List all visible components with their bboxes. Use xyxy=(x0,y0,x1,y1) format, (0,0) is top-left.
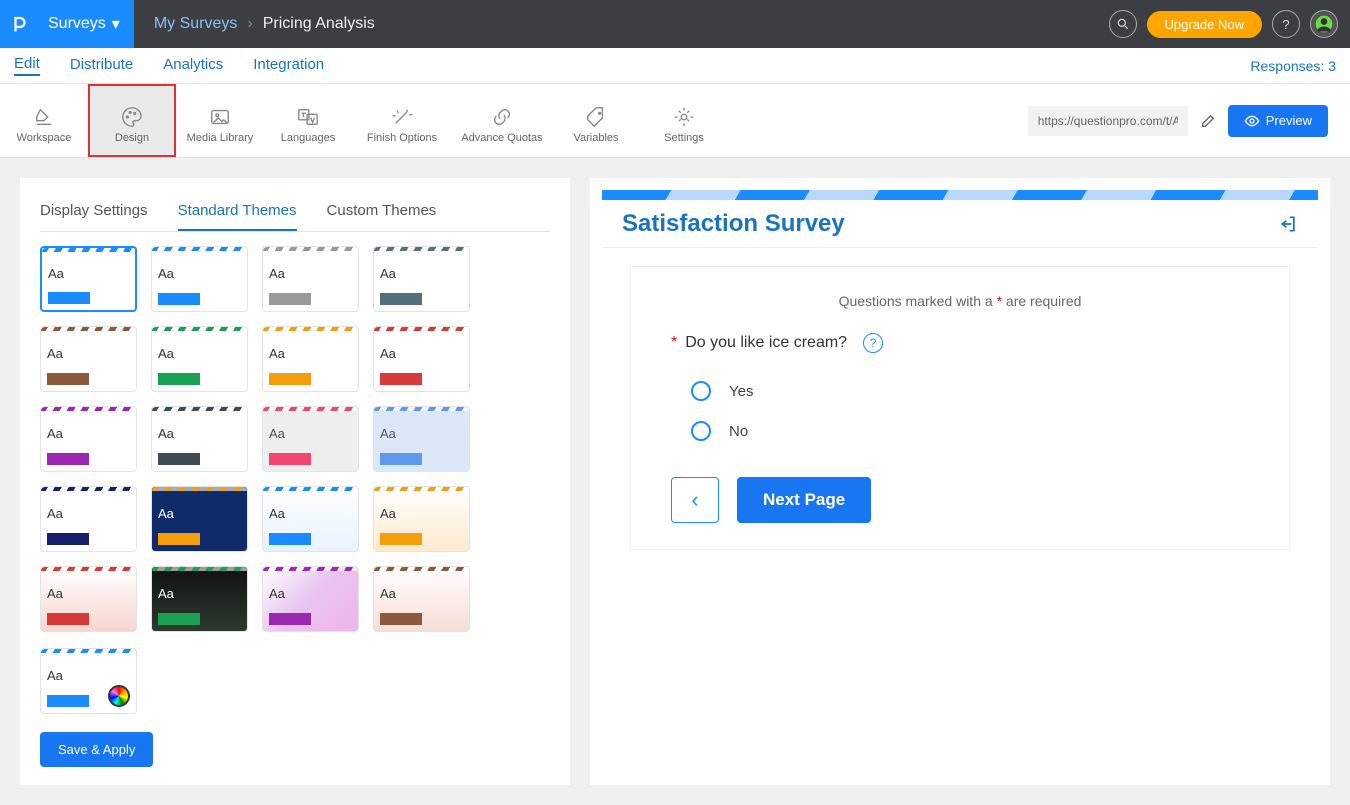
theme-tabs: Display Settings Standard Themes Custom … xyxy=(40,192,550,232)
link-icon xyxy=(491,106,513,128)
upgrade-button[interactable]: Upgrade Now xyxy=(1147,11,1263,38)
theme-card[interactable]: Aa xyxy=(262,246,359,312)
tool-media-library[interactable]: Media Library xyxy=(176,84,264,157)
breadcrumb-current: Pricing Analysis xyxy=(263,15,375,33)
search-icon[interactable] xyxy=(1109,10,1137,38)
theme-card[interactable]: Aa xyxy=(262,486,359,552)
edit-url-icon[interactable] xyxy=(1200,113,1216,129)
toolbar: Workspace Design Media Library Languages… xyxy=(0,84,1350,158)
theme-card[interactable]: Aa xyxy=(373,326,470,392)
themes-panel: Display Settings Standard Themes Custom … xyxy=(20,178,570,785)
tab-custom-themes[interactable]: Custom Themes xyxy=(327,192,437,231)
tool-finish-options[interactable]: Finish Options xyxy=(352,84,452,157)
translate-icon xyxy=(297,106,319,128)
nav-distribute[interactable]: Distribute xyxy=(70,56,133,75)
topbar: Surveys ▾ My Surveys › Pricing Analysis … xyxy=(0,0,1350,48)
tool-design[interactable]: Design xyxy=(88,84,176,157)
next-page-button[interactable]: Next Page xyxy=(737,477,871,523)
theme-card[interactable]: Aa xyxy=(373,486,470,552)
help-icon[interactable]: ? xyxy=(1272,10,1300,38)
theme-card[interactable]: Aa xyxy=(40,566,137,632)
preview-button[interactable]: Preview xyxy=(1228,105,1328,137)
pen-line-icon xyxy=(33,106,55,128)
question-help-icon[interactable]: ? xyxy=(863,333,883,353)
chevron-left-icon: ‹ xyxy=(691,487,698,513)
theme-card[interactable]: Aa xyxy=(40,246,137,312)
theme-card[interactable]: Aa xyxy=(151,246,248,312)
themes-scroll[interactable]: AaAaAaAaAaAaAaAaAaAaAaAaAaAaAaAaAaAaAaAa… xyxy=(40,246,550,714)
exit-icon[interactable] xyxy=(1278,214,1298,234)
image-icon xyxy=(209,106,231,128)
theme-card[interactable]: Aa xyxy=(151,326,248,392)
palette-icon xyxy=(121,106,143,128)
avatar[interactable] xyxy=(1310,10,1338,38)
theme-card[interactable]: Aa xyxy=(373,566,470,632)
secondary-nav: Edit Distribute Analytics Integration Re… xyxy=(0,48,1350,84)
breadcrumb-home[interactable]: My Surveys xyxy=(154,15,238,33)
theme-card[interactable]: Aa xyxy=(373,246,470,312)
tab-standard-themes[interactable]: Standard Themes xyxy=(178,192,297,231)
tool-variables[interactable]: Variables xyxy=(552,84,640,157)
app-logo[interactable] xyxy=(0,0,40,48)
theme-card[interactable]: Aa xyxy=(40,326,137,392)
theme-card[interactable]: Aa xyxy=(151,486,248,552)
tool-workspace[interactable]: Workspace xyxy=(0,84,88,157)
product-switcher[interactable]: Surveys ▾ xyxy=(40,0,134,48)
eye-icon xyxy=(1244,113,1260,129)
wand-icon xyxy=(391,106,413,128)
option-no[interactable]: No xyxy=(671,411,1249,451)
responses-count[interactable]: Responses: 3 xyxy=(1250,58,1336,74)
survey-url-input[interactable] xyxy=(1028,106,1188,136)
main-area: Display Settings Standard Themes Custom … xyxy=(0,158,1350,805)
required-star-icon: * xyxy=(671,334,677,352)
breadcrumb: My Surveys › Pricing Analysis xyxy=(154,15,375,33)
product-label: Surveys xyxy=(48,15,106,33)
theme-card[interactable]: Aa xyxy=(373,406,470,472)
radio-icon xyxy=(691,381,711,401)
survey-title: Satisfaction Survey xyxy=(622,210,845,238)
survey-preview-panel: Satisfaction Survey Questions marked wit… xyxy=(590,178,1330,785)
required-note: Questions marked with a * are required xyxy=(671,293,1249,309)
question-1: * Do you like ice cream? ? xyxy=(671,333,1249,353)
tab-display-settings[interactable]: Display Settings xyxy=(40,192,148,231)
tool-settings[interactable]: Settings xyxy=(640,84,728,157)
chevron-right-icon: › xyxy=(247,15,252,33)
chevron-down-icon: ▾ xyxy=(112,14,120,34)
back-button[interactable]: ‹ xyxy=(671,477,719,523)
theme-card[interactable]: Aa xyxy=(262,406,359,472)
nav-integration[interactable]: Integration xyxy=(253,56,324,75)
tool-advance-quotas[interactable]: Advance Quotas xyxy=(452,84,552,157)
theme-card[interactable]: Aa xyxy=(151,566,248,632)
theme-card[interactable]: Aa xyxy=(262,326,359,392)
theme-card[interactable]: Aa xyxy=(262,566,359,632)
theme-card[interactable]: Aa xyxy=(40,486,137,552)
nav-edit[interactable]: Edit xyxy=(14,55,40,76)
theme-card[interactable]: Aa xyxy=(151,406,248,472)
save-apply-button[interactable]: Save & Apply xyxy=(40,732,153,767)
gear-icon xyxy=(673,106,695,128)
option-yes[interactable]: Yes xyxy=(671,371,1249,411)
color-wheel-icon xyxy=(108,685,130,707)
nav-analytics[interactable]: Analytics xyxy=(163,56,223,75)
theme-card[interactable]: Aa xyxy=(40,406,137,472)
radio-icon xyxy=(691,421,711,441)
theme-card-custom-color[interactable]: Aa Custom Color xyxy=(40,648,137,714)
tag-icon xyxy=(585,106,607,128)
tool-languages[interactable]: Languages xyxy=(264,84,352,157)
